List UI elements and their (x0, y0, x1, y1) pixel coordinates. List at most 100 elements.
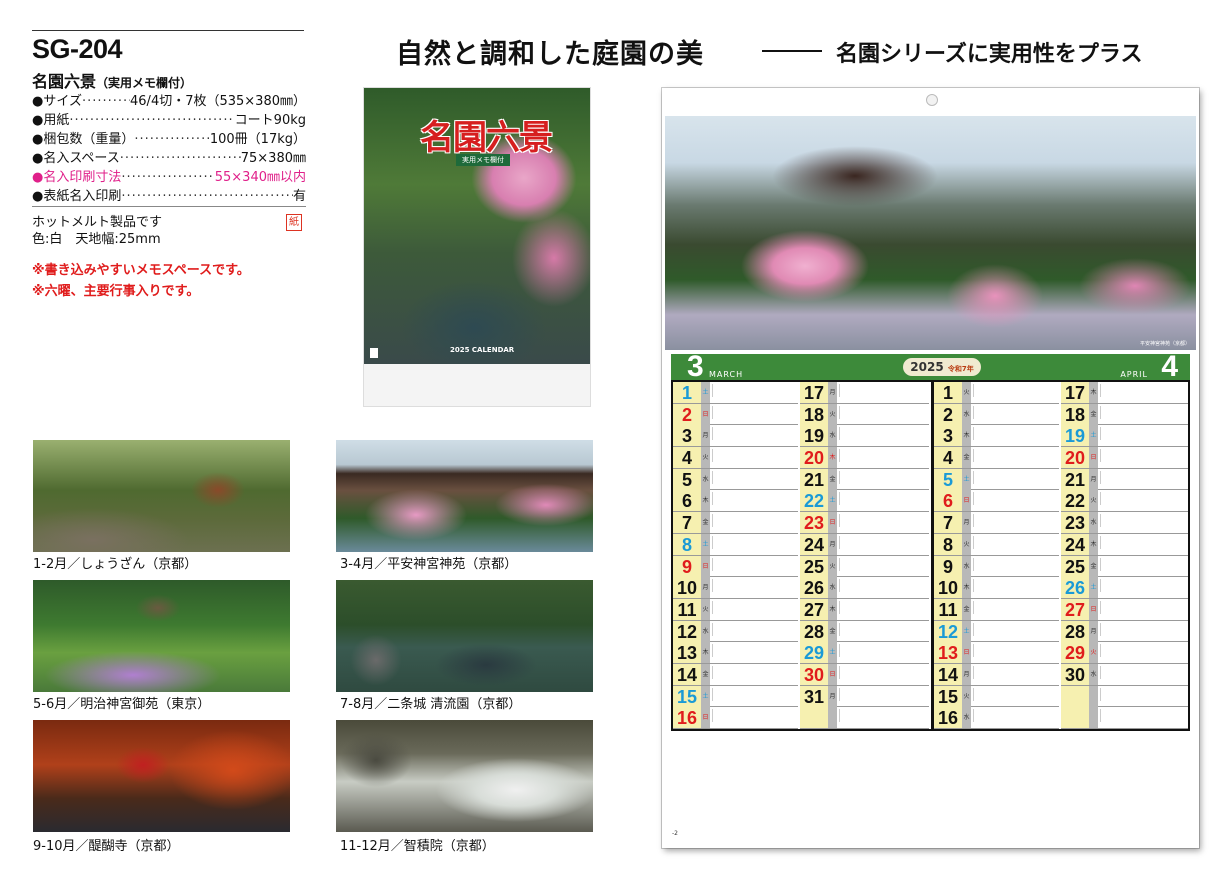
rokuyo-mark (973, 492, 984, 506)
calendar-page: 平安神宮神苑（京都） 3 MARCH 2025 令和7年 APRIL 4 1土2… (662, 88, 1199, 848)
memo-space[interactable] (971, 577, 1059, 598)
year-number: 2025 (910, 360, 944, 374)
memo-space[interactable] (710, 556, 798, 577)
weekday-label: 月 (962, 512, 971, 534)
weekday-label: 火 (701, 447, 710, 469)
rokuyo-mark (839, 384, 850, 397)
rokuyo-mark (973, 470, 984, 484)
weekday-label: 水 (701, 468, 710, 490)
day-number: 11 (934, 598, 962, 620)
memo-space[interactable] (1098, 621, 1188, 642)
day-number: 22 (1061, 490, 1089, 512)
memo-space[interactable] (1098, 664, 1188, 685)
memo-space[interactable] (710, 707, 798, 728)
calendar-day-row: 5水 (673, 468, 798, 491)
rokuyo-mark (1100, 557, 1111, 571)
memo-space[interactable] (710, 404, 798, 425)
memo-space[interactable] (1098, 512, 1188, 533)
memo-space[interactable] (1098, 447, 1188, 468)
memo-space[interactable] (1098, 404, 1188, 425)
memo-space[interactable] (837, 621, 929, 642)
spec-label: ●名入スペース (32, 151, 120, 166)
memo-space[interactable] (837, 382, 929, 403)
memo-space[interactable] (971, 621, 1059, 642)
memo-space[interactable] (710, 382, 798, 403)
calendar-day-row: 25 火 (800, 555, 929, 578)
memo-space[interactable] (710, 425, 798, 446)
spec-value: 100冊（17kg） (209, 132, 306, 147)
memo-space[interactable] (971, 382, 1059, 403)
memo-space[interactable] (710, 577, 798, 598)
rokuyo-mark (973, 644, 984, 658)
memo-space[interactable] (971, 447, 1059, 468)
calendar-day-row: 5土 (934, 468, 1059, 491)
rokuyo-mark (1100, 687, 1111, 701)
memo-space[interactable] (710, 621, 798, 642)
memo-space[interactable] (971, 556, 1059, 577)
memo-space[interactable] (1098, 642, 1188, 663)
weekday-label: 火 (962, 382, 971, 403)
memo-space[interactable] (1098, 490, 1188, 511)
memo-space[interactable] (1098, 707, 1188, 728)
memo-space[interactable] (1098, 382, 1188, 403)
rokuyo-mark (712, 449, 723, 463)
memo-space[interactable] (837, 707, 929, 728)
memo-space[interactable] (1098, 556, 1188, 577)
weekday-label: 日 (828, 663, 837, 685)
weekday-label: 土 (1089, 577, 1098, 599)
memo-space[interactable] (837, 556, 929, 577)
memo-space[interactable] (971, 664, 1059, 685)
memo-space[interactable] (837, 534, 929, 555)
memo-space[interactable] (837, 664, 929, 685)
memo-space[interactable] (710, 642, 798, 663)
memo-space[interactable] (837, 686, 929, 707)
memo-space[interactable] (971, 425, 1059, 446)
memo-space[interactable] (1098, 425, 1188, 446)
memo-space[interactable] (710, 686, 798, 707)
memo-space[interactable] (971, 490, 1059, 511)
memo-space[interactable] (971, 686, 1059, 707)
memo-space[interactable] (710, 512, 798, 533)
memo-space[interactable] (837, 447, 929, 468)
calendar-day-row: 13 木 (673, 642, 798, 664)
calendar-day-row: 31 月 (800, 685, 929, 708)
memo-space[interactable] (837, 577, 929, 598)
memo-space[interactable] (971, 512, 1059, 533)
memo-space[interactable] (1098, 469, 1188, 490)
memo-space[interactable] (971, 469, 1059, 490)
spec-leader-dots (134, 130, 210, 149)
memo-space[interactable] (710, 447, 798, 468)
memo-space[interactable] (710, 599, 798, 620)
day-number: 24 (1061, 533, 1089, 555)
memo-space[interactable] (710, 469, 798, 490)
memo-space[interactable] (710, 664, 798, 685)
memo-space[interactable] (971, 404, 1059, 425)
memo-space[interactable] (1098, 577, 1188, 598)
memo-space[interactable] (1098, 534, 1188, 555)
memo-space[interactable] (971, 534, 1059, 555)
memo-space[interactable] (837, 642, 929, 663)
memo-space[interactable] (837, 599, 929, 620)
rokuyo-mark (1100, 449, 1111, 463)
memo-space[interactable] (837, 469, 929, 490)
memo-space[interactable] (1098, 599, 1188, 620)
memo-space[interactable] (1098, 686, 1188, 707)
memo-space[interactable] (837, 490, 929, 511)
memo-space[interactable] (837, 512, 929, 533)
memo-space[interactable] (710, 490, 798, 511)
day-number: 26 (1061, 577, 1089, 599)
weekday-label: 月 (701, 577, 710, 599)
calendar-day-row: 4金 (934, 447, 1059, 469)
memo-space[interactable] (971, 599, 1059, 620)
rokuyo-mark (1100, 600, 1111, 614)
memo-space[interactable] (971, 642, 1059, 663)
day-number: 16 (934, 707, 962, 729)
thumbnail-caption: 7-8月／二条城 清流園（京都） (340, 697, 522, 712)
memo-space[interactable] (837, 404, 929, 425)
memo-space[interactable] (837, 425, 929, 446)
headline-main: 自然と調和した庭園の美 (396, 39, 704, 70)
memo-space[interactable] (710, 534, 798, 555)
day-number: 18 (800, 403, 828, 425)
memo-space[interactable] (971, 707, 1059, 728)
weekday-label: 日 (1089, 598, 1098, 620)
